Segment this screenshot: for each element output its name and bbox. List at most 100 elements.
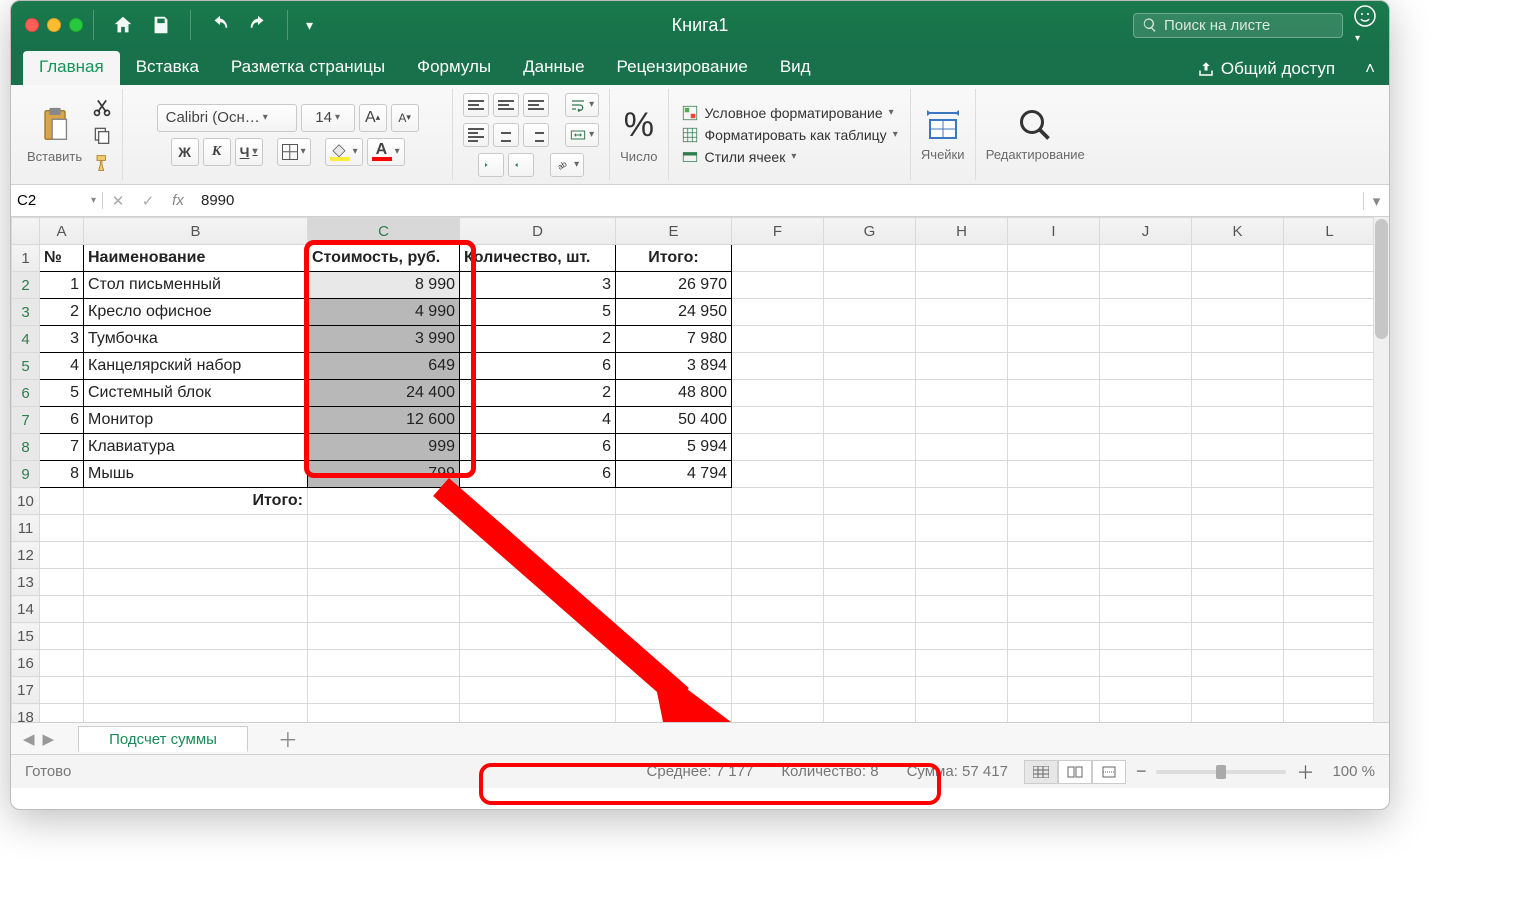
cell-J15[interactable] — [1100, 623, 1192, 650]
minimize-window[interactable] — [47, 18, 61, 32]
cell-E11[interactable] — [616, 515, 732, 542]
cell-D8[interactable]: 6 — [460, 434, 616, 461]
cell-C17[interactable] — [308, 677, 460, 704]
col-header-J[interactable]: J — [1100, 218, 1192, 245]
cell-K8[interactable] — [1192, 434, 1284, 461]
cell-styles-button[interactable]: Стили ячеек ▾ — [681, 146, 797, 168]
increase-indent-icon[interactable] — [508, 153, 534, 177]
cell-C13[interactable] — [308, 569, 460, 596]
cell-E17[interactable] — [616, 677, 732, 704]
cell-H13[interactable] — [916, 569, 1008, 596]
add-sheet-button[interactable]: ＋ — [278, 724, 298, 753]
decrease-indent-icon[interactable] — [478, 153, 504, 177]
cell-E14[interactable] — [616, 596, 732, 623]
cell-B9[interactable]: Мышь — [84, 461, 308, 488]
cell-C18[interactable] — [308, 704, 460, 723]
row-header-3[interactable]: 3 — [12, 299, 40, 326]
row-header-12[interactable]: 12 — [12, 542, 40, 569]
col-header-C[interactable]: C — [308, 218, 460, 245]
cell-J9[interactable] — [1100, 461, 1192, 488]
cell-I18[interactable] — [1008, 704, 1100, 723]
cell-I6[interactable] — [1008, 380, 1100, 407]
cell-G11[interactable] — [824, 515, 916, 542]
cell-B3[interactable]: Кресло офисное — [84, 299, 308, 326]
row-header-16[interactable]: 16 — [12, 650, 40, 677]
row-header-5[interactable]: 5 — [12, 353, 40, 380]
cell-E4[interactable]: 7 980 — [616, 326, 732, 353]
search-input[interactable]: Поиск на листе — [1133, 13, 1343, 38]
cell-D10[interactable] — [460, 488, 616, 515]
cell-L4[interactable] — [1284, 326, 1376, 353]
cell-A16[interactable] — [40, 650, 84, 677]
cell-L11[interactable] — [1284, 515, 1376, 542]
cell-B12[interactable] — [84, 542, 308, 569]
cell-D4[interactable]: 2 — [460, 326, 616, 353]
tab-insert[interactable]: Вставка — [120, 51, 215, 85]
cell-K5[interactable] — [1192, 353, 1284, 380]
cell-C16[interactable] — [308, 650, 460, 677]
cell-L7[interactable] — [1284, 407, 1376, 434]
cell-G17[interactable] — [824, 677, 916, 704]
col-header-B[interactable]: B — [84, 218, 308, 245]
cell-L14[interactable] — [1284, 596, 1376, 623]
cell-A15[interactable] — [40, 623, 84, 650]
cell-H4[interactable] — [916, 326, 1008, 353]
cell-C7[interactable]: 12 600 — [308, 407, 460, 434]
paste-icon[interactable] — [37, 105, 73, 145]
cell-G14[interactable] — [824, 596, 916, 623]
cell-F8[interactable] — [732, 434, 824, 461]
cell-H16[interactable] — [916, 650, 1008, 677]
cell-L12[interactable] — [1284, 542, 1376, 569]
spreadsheet-grid[interactable]: ABCDEFGHIJKL1№НаименованиеСтоимость, руб… — [11, 217, 1389, 722]
cell-F4[interactable] — [732, 326, 824, 353]
name-box[interactable]: C2▾ — [11, 192, 103, 209]
row-header-14[interactable]: 14 — [12, 596, 40, 623]
cell-D2[interactable]: 3 — [460, 272, 616, 299]
view-normal-icon[interactable] — [1024, 760, 1058, 784]
copy-icon[interactable] — [92, 125, 112, 145]
align-top-icon[interactable] — [463, 93, 489, 117]
cell-B14[interactable] — [84, 596, 308, 623]
cell-I4[interactable] — [1008, 326, 1100, 353]
cell-J4[interactable] — [1100, 326, 1192, 353]
cell-E8[interactable]: 5 994 — [616, 434, 732, 461]
cell-H2[interactable] — [916, 272, 1008, 299]
cell-G15[interactable] — [824, 623, 916, 650]
cell-E16[interactable] — [616, 650, 732, 677]
cell-K1[interactable] — [1192, 245, 1284, 272]
cell-F3[interactable] — [732, 299, 824, 326]
cell-J13[interactable] — [1100, 569, 1192, 596]
cell-G8[interactable] — [824, 434, 916, 461]
cell-I9[interactable] — [1008, 461, 1100, 488]
cell-L2[interactable] — [1284, 272, 1376, 299]
cell-D12[interactable] — [460, 542, 616, 569]
cell-C8[interactable]: 999 — [308, 434, 460, 461]
col-header-D[interactable]: D — [460, 218, 616, 245]
cell-K13[interactable] — [1192, 569, 1284, 596]
increase-font-icon[interactable]: A▴ — [359, 104, 387, 132]
cell-F2[interactable] — [732, 272, 824, 299]
cell-C1[interactable]: Стоимость, руб. — [308, 245, 460, 272]
cell-C14[interactable] — [308, 596, 460, 623]
cell-K7[interactable] — [1192, 407, 1284, 434]
cell-B5[interactable]: Канцелярский набор — [84, 353, 308, 380]
cell-K6[interactable] — [1192, 380, 1284, 407]
cell-D9[interactable]: 6 — [460, 461, 616, 488]
cell-F5[interactable] — [732, 353, 824, 380]
cell-B8[interactable]: Клавиатура — [84, 434, 308, 461]
row-header-7[interactable]: 7 — [12, 407, 40, 434]
cell-F16[interactable] — [732, 650, 824, 677]
row-header-11[interactable]: 11 — [12, 515, 40, 542]
cell-H10[interactable] — [916, 488, 1008, 515]
bold-button[interactable]: Ж — [171, 138, 199, 166]
cell-J14[interactable] — [1100, 596, 1192, 623]
cell-D15[interactable] — [460, 623, 616, 650]
cell-B4[interactable]: Тумбочка — [84, 326, 308, 353]
cell-B17[interactable] — [84, 677, 308, 704]
cell-J2[interactable] — [1100, 272, 1192, 299]
cell-L13[interactable] — [1284, 569, 1376, 596]
cell-E15[interactable] — [616, 623, 732, 650]
cell-H6[interactable] — [916, 380, 1008, 407]
cell-I13[interactable] — [1008, 569, 1100, 596]
cell-I5[interactable] — [1008, 353, 1100, 380]
